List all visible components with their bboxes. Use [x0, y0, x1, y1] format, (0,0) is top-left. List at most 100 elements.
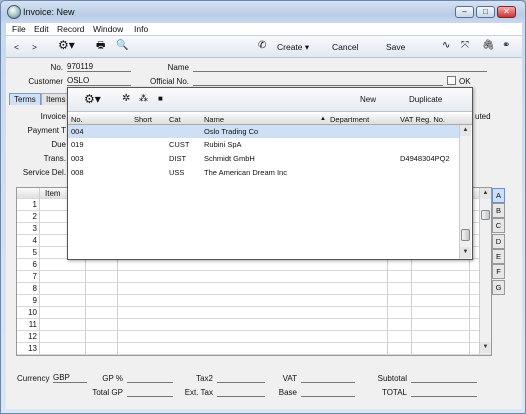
gear-menu-icon[interactable]: ⚙▾: [84, 92, 101, 106]
gp-percent-field[interactable]: [127, 373, 173, 383]
tab-terms[interactable]: Terms: [9, 93, 41, 105]
save-button[interactable]: Save: [386, 41, 405, 53]
popup-toolbar: ⚙▾ ✲ ⁂ ■ New Duplicate: [68, 88, 472, 112]
matrix-scrollbar[interactable]: ▲ ▼: [479, 188, 491, 354]
list-row[interactable]: 004 Oslo Trading Co: [68, 125, 460, 138]
subtotal-label: Subtotal: [377, 374, 407, 383]
menu-record[interactable]: Record: [57, 24, 84, 34]
list-row[interactable]: 019 CUST Rubini SpA: [68, 138, 460, 151]
list-header: No. Short Cat Name ▲ Department VAT Reg.…: [68, 114, 472, 125]
side-tab-d[interactable]: D: [492, 234, 505, 249]
side-tab-e[interactable]: E: [492, 249, 505, 264]
list-scrollbar[interactable]: ▲ ▼: [459, 125, 471, 259]
column-no[interactable]: No.: [71, 115, 83, 124]
row-number: 2: [32, 212, 37, 221]
print-preview-icon[interactable]: 🔍: [116, 40, 128, 52]
currency-field[interactable]: GBP: [53, 373, 87, 383]
side-tab-c[interactable]: C: [492, 218, 505, 233]
side-tab-f[interactable]: F: [492, 264, 505, 279]
service-delivery-label: Service Del.: [22, 168, 66, 177]
column-vat-reg-no[interactable]: VAT Reg. No.: [400, 115, 445, 124]
matrix-row[interactable]: 9: [17, 295, 491, 307]
scroll-down-arrow[interactable]: ▼: [460, 247, 471, 258]
refresh-icon[interactable]: ✲: [122, 93, 130, 104]
sort-ascending-icon: ▲: [320, 116, 326, 122]
next-record-button[interactable]: >: [32, 41, 37, 53]
base-field[interactable]: [301, 387, 355, 397]
chart-icon[interactable]: ∿: [442, 40, 450, 52]
ext-tax-field[interactable]: [217, 387, 265, 397]
row-number: 1: [32, 200, 37, 209]
maximize-button[interactable]: □: [476, 6, 495, 18]
tax2-field[interactable]: [217, 373, 265, 383]
close-button[interactable]: ✕: [497, 6, 516, 18]
item-column-header: Item: [45, 189, 61, 198]
small-square-icon[interactable]: ■: [158, 94, 163, 103]
minimize-button[interactable]: –: [455, 6, 474, 18]
phone-icon[interactable]: ✆: [258, 40, 266, 52]
total-field[interactable]: [411, 387, 477, 397]
print-icon[interactable]: 🖶: [96, 40, 105, 52]
subtotal-field[interactable]: [411, 373, 477, 383]
attachment-icon[interactable]: 🖇: [482, 40, 495, 52]
matrix-row[interactable]: 6: [17, 259, 491, 271]
scroll-thumb[interactable]: [461, 229, 470, 241]
row-name: Schmidt GmbH: [204, 154, 255, 163]
menu-info[interactable]: Info: [134, 24, 148, 34]
scroll-up-arrow[interactable]: ▲: [480, 188, 491, 199]
total-gp-label: Total GP: [92, 388, 123, 397]
matrix-row[interactable]: 7: [17, 271, 491, 283]
previous-record-button[interactable]: <: [14, 41, 19, 53]
scroll-up-arrow[interactable]: ▲: [460, 125, 471, 136]
side-tab-g[interactable]: G: [492, 280, 505, 295]
column-short[interactable]: Short: [134, 115, 152, 124]
row-name: The American Dream Inc: [204, 168, 287, 177]
matrix-row[interactable]: 12: [17, 331, 491, 343]
cancel-button[interactable]: Cancel: [332, 41, 358, 53]
vat-field[interactable]: [301, 373, 355, 383]
row-number: 3: [32, 224, 37, 233]
customer-field[interactable]: OSLO: [67, 76, 131, 86]
matrix-row[interactable]: 13: [17, 343, 491, 355]
toolbar: < > ⚙▾ 🖶 🔍 ✆ Create ▾ Cancel Save ∿ ⤧ 🖇 …: [6, 36, 522, 58]
new-button[interactable]: New: [360, 95, 376, 104]
side-tab-b[interactable]: B: [492, 203, 505, 218]
column-name[interactable]: Name: [204, 115, 224, 124]
customer-label: Customer: [28, 77, 63, 86]
list-row[interactable]: 008 USS The American Dream Inc: [68, 166, 460, 179]
ok-checkbox[interactable]: [447, 76, 456, 85]
tree-view-icon[interactable]: ⁂: [139, 93, 148, 104]
menu-edit[interactable]: Edit: [34, 24, 49, 34]
column-cat[interactable]: Cat: [169, 115, 181, 124]
row-no: 008: [71, 168, 84, 177]
matrix-row[interactable]: 10: [17, 307, 491, 319]
total-gp-field[interactable]: [127, 387, 173, 397]
transaction-date-label: Trans.: [43, 154, 66, 163]
side-tab-a[interactable]: A: [492, 188, 505, 203]
row-cat: DIST: [169, 154, 187, 163]
binoculars-icon[interactable]: ⚭: [502, 40, 510, 52]
app-icon: [7, 5, 21, 19]
list-row[interactable]: 003 DIST Schmidt GmbH D4948304PQ2: [68, 152, 460, 165]
tax2-label: Tax2: [196, 374, 213, 383]
menu-file[interactable]: File: [12, 24, 26, 34]
matrix-row[interactable]: 11: [17, 319, 491, 331]
scroll-down-arrow[interactable]: ▼: [480, 342, 491, 353]
official-no-field[interactable]: [193, 76, 443, 86]
matrix-row[interactable]: 8: [17, 283, 491, 295]
create-button[interactable]: Create ▾: [277, 41, 309, 53]
no-field[interactable]: 970119: [67, 62, 131, 72]
expand-icon[interactable]: ⤧: [461, 40, 469, 52]
invoice-window: Invoice: New – □ ✕ File Edit Record Wind…: [0, 0, 526, 414]
column-department[interactable]: Department: [330, 115, 369, 124]
name-field[interactable]: [193, 62, 487, 72]
ext-tax-label: Ext. Tax: [184, 388, 213, 397]
row-number: 6: [32, 260, 37, 269]
due-date-label: Due: [51, 140, 66, 149]
menu-window[interactable]: Window: [93, 24, 123, 34]
row-number: 9: [32, 296, 37, 305]
duplicate-button[interactable]: Duplicate: [409, 95, 442, 104]
gear-menu-icon[interactable]: ⚙▾: [58, 39, 75, 51]
scroll-thumb[interactable]: [481, 210, 490, 220]
title-bar[interactable]: Invoice: New – □ ✕: [1, 1, 525, 23]
